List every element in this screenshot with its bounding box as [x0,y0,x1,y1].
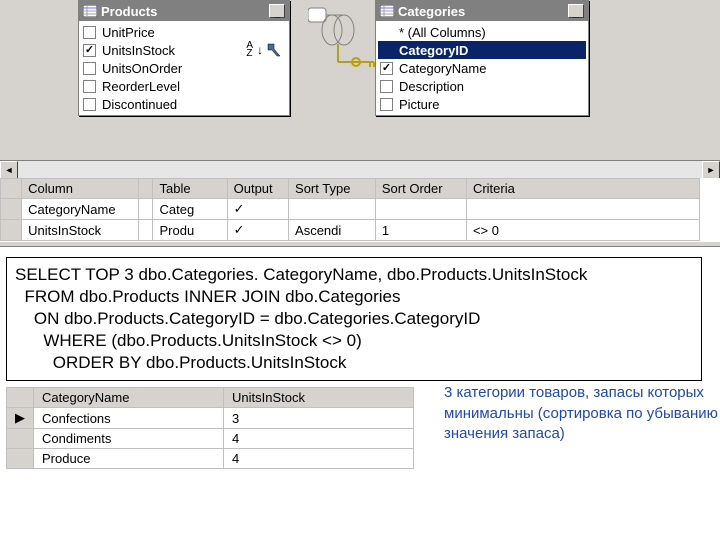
table-row[interactable]: ▶Confections3 [7,408,414,429]
field-label: Discontinued [102,97,285,112]
titlebar-products[interactable]: Products _ [79,1,289,21]
grid-cell[interactable] [289,199,376,220]
column-header[interactable]: Output [227,179,288,199]
column-header[interactable]: UnitsInStock [224,388,414,408]
field-row[interactable]: ✓ CategoryName [378,59,586,77]
field-label: UnitPrice [102,25,285,40]
diagram-pane[interactable]: Products _ UnitPrice✓UnitsInStockAZ↓Unit… [0,0,720,178]
results-grid[interactable]: CategoryNameUnitsInStock ▶Confections3Co… [6,387,414,469]
row-selector-header[interactable] [1,179,22,199]
sql-text[interactable]: SELECT TOP 3 dbo.Categories. CategoryNam… [6,257,702,381]
table-title: Products [101,4,157,19]
criteria-pane[interactable]: Column TableOutputSort TypeSort OrderCrit… [0,178,720,241]
grid-cell[interactable] [466,199,699,220]
field-row[interactable]: Description [378,77,586,95]
field-row[interactable]: ✓ UnitsInStockAZ↓ [81,41,287,59]
field-checkbox[interactable] [83,62,96,75]
grid-cell[interactable]: <> 0 [466,220,699,241]
field-row[interactable]: UnitPrice [81,23,287,41]
field-row[interactable]: Picture [378,95,586,113]
results-pane: CategoryNameUnitsInStock ▶Confections3Co… [0,387,720,469]
field-label: CategoryID [399,43,584,58]
column-header[interactable]: Criteria [466,179,699,199]
field-label: * (All Columns) [399,25,584,40]
row-selector-header[interactable] [7,388,34,408]
table-row[interactable]: Produce4 [7,449,414,469]
grid-cell[interactable]: 1 [375,220,466,241]
table-fields-categories[interactable]: * (All Columns) CategoryID ✓ CategoryName De… [376,21,588,115]
diagram-scrollbar[interactable]: ◄ ► [0,160,720,178]
scroll-track[interactable] [18,161,702,179]
column-header[interactable] [138,179,153,199]
grid-cell[interactable]: ✓ [227,220,288,241]
criteria-row[interactable]: CategoryName Categ✓ [1,199,700,220]
field-checkbox[interactable] [380,98,393,111]
field-label: UnitsInStock [102,43,246,58]
field-checkbox[interactable] [83,26,96,39]
grid-cell[interactable]: Produ [153,220,227,241]
field-label: CategoryName [399,61,584,76]
field-checkbox[interactable] [380,80,393,93]
titlebar-categories[interactable]: Categories _ [376,1,588,21]
column-header[interactable]: Sort Type [289,179,376,199]
result-cell[interactable]: Condiments [34,429,224,449]
row-selector[interactable] [1,220,22,241]
field-label: Description [399,79,584,94]
row-selector[interactable] [1,199,22,220]
table-fields-products[interactable]: UnitPrice ✓ UnitsInStockAZ↓ UnitsOnOrder Reo… [79,21,289,115]
field-label: Picture [399,97,584,112]
table-window-categories[interactable]: Categories _ * (All Columns) CategoryID ✓ C… [375,0,589,116]
grid-cell[interactable]: Categ [153,199,227,220]
annotation-text: 3 категории товаров, запасы которых мини… [444,383,718,444]
field-row[interactable]: Discontinued [81,95,287,113]
field-row[interactable]: CategoryID [378,41,586,59]
result-cell[interactable]: Produce [34,449,224,469]
table-icon [83,5,97,17]
field-checkbox[interactable] [83,80,96,93]
field-label: UnitsOnOrder [102,61,285,76]
field-row[interactable]: UnitsOnOrder [81,59,287,77]
grid-cell[interactable] [138,220,153,241]
result-cell[interactable]: 4 [224,429,414,449]
column-header[interactable]: Table [153,179,227,199]
field-checkbox[interactable]: ✓ [83,44,96,57]
column-header[interactable]: Sort Order [375,179,466,199]
result-cell[interactable]: 3 [224,408,414,429]
field-checkbox[interactable]: ✓ [380,62,393,75]
splitter-bar[interactable] [0,241,720,247]
row-selector[interactable]: ▶ [7,408,34,429]
row-selector[interactable] [7,429,34,449]
minimize-button[interactable]: _ [568,4,584,18]
key-icon [350,52,378,72]
column-header[interactable]: CategoryName [34,388,224,408]
minimize-button[interactable]: _ [269,4,285,18]
row-selector[interactable] [7,449,34,469]
criteria-grid[interactable]: Column TableOutputSort TypeSort OrderCrit… [0,178,700,241]
grid-cell[interactable] [138,199,153,220]
table-row[interactable]: Condiments4 [7,429,414,449]
table-icon [380,5,394,17]
field-row[interactable]: * (All Columns) [378,23,586,41]
column-header[interactable]: Column [22,179,139,199]
sort-indicator: AZ↓ [246,42,281,58]
field-checkbox[interactable] [83,98,96,111]
grid-cell[interactable]: UnitsInStock [22,220,139,241]
result-cell[interactable]: Confections [34,408,224,429]
result-cell[interactable]: 4 [224,449,414,469]
grid-cell[interactable] [375,199,466,220]
grid-cell[interactable]: ✓ [227,199,288,220]
field-label: ReorderLevel [102,79,285,94]
table-window-products[interactable]: Products _ UnitPrice✓UnitsInStockAZ↓Unit… [78,0,290,116]
field-row[interactable]: ReorderLevel [81,77,287,95]
criteria-row[interactable]: UnitsInStock Produ✓Ascendi1<> 0 [1,220,700,241]
table-title: Categories [398,4,465,19]
grid-cell[interactable]: Ascendi [289,220,376,241]
scroll-left-button[interactable]: ◄ [0,161,18,179]
scroll-right-button[interactable]: ► [702,161,720,179]
grid-cell[interactable]: CategoryName [22,199,139,220]
